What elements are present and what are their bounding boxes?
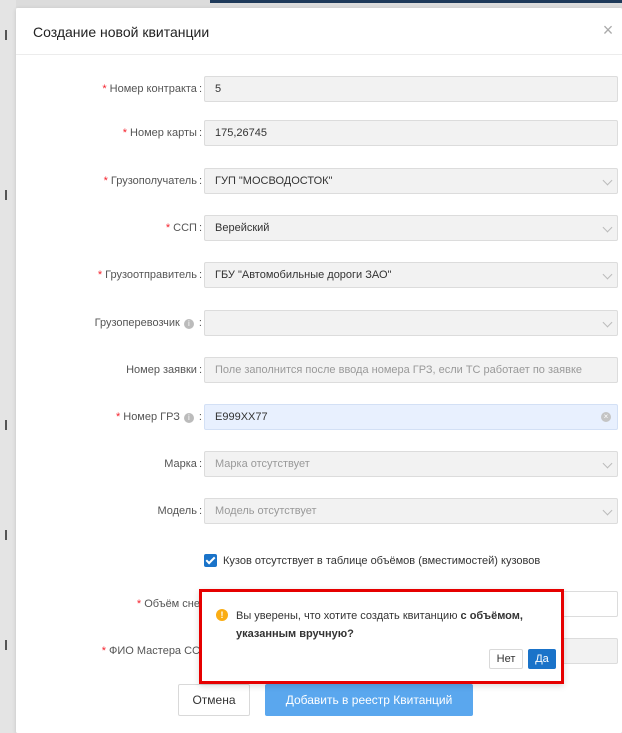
strip-tick: [5, 420, 7, 430]
chevron-down-icon: [602, 269, 613, 280]
chevron-down-icon: [602, 458, 613, 469]
modal-header: Создание новой квитанции ×: [16, 8, 622, 55]
checkbox-label: Кузов отсутствует в таблице объёмов (вме…: [223, 555, 541, 567]
strip-tick: [5, 530, 7, 540]
required-mark: *: [103, 175, 108, 187]
model-placeholder: Модель отсутствует: [215, 505, 317, 517]
form-row-contract: * Номер контракта: 5: [16, 76, 622, 102]
plate-number-input[interactable]: Е999ХХ77 ×: [204, 404, 618, 430]
plate-label: * Номер ГРЗ i :: [115, 411, 202, 423]
ssp-value: Верейский: [215, 222, 270, 234]
chevron-down-icon: [602, 317, 613, 328]
consignee-value: ГУП "МОСВОДОСТОК": [215, 175, 333, 187]
required-mark: *: [97, 269, 103, 281]
model-label: Модель:: [157, 505, 202, 517]
cancel-button[interactable]: Отмена: [178, 684, 250, 716]
form-row-request: Номер заявки: Поле заполнится после ввод…: [16, 357, 622, 383]
brand-placeholder: Марка отсутствует: [215, 458, 310, 470]
card-number-field[interactable]: 175,26745: [204, 120, 618, 146]
confirm-message: Вы уверены, что хотите создать квитанцию…: [236, 610, 523, 640]
required-mark: *: [101, 645, 106, 657]
chevron-down-icon: [602, 505, 613, 516]
close-icon[interactable]: ×: [598, 20, 618, 40]
info-icon[interactable]: i: [183, 413, 194, 423]
required-mark: *: [122, 127, 128, 139]
required-mark: *: [102, 83, 107, 95]
request-label: Номер заявки:: [126, 364, 202, 376]
modal-title: Создание новой квитанции: [33, 24, 210, 40]
master-label: * ФИО Мастера СС: [101, 645, 200, 657]
form-row-model: Модель: Модель отсутствует: [16, 498, 622, 524]
required-mark: *: [136, 598, 142, 610]
checkbox-checked-icon[interactable]: [204, 554, 217, 567]
background-top-strip: [0, 0, 622, 8]
shipper-select[interactable]: ГБУ "Автомобильные дороги ЗАО": [204, 262, 618, 288]
contract-label: * Номер контракта:: [102, 83, 202, 95]
create-receipt-modal: Создание новой квитанции × * Номер контра…: [16, 8, 622, 733]
carrier-label: Грузоперевозчик i :: [94, 317, 202, 329]
model-select[interactable]: Модель отсутствует: [204, 498, 618, 524]
form-row-ssp: * ССП: Верейский: [16, 215, 622, 241]
plate-value: Е999ХХ77: [215, 411, 268, 423]
volume-label: * Объём сне: [136, 598, 200, 610]
ssp-select[interactable]: Верейский: [204, 215, 618, 241]
consignee-select[interactable]: ГУП "МОСВОДОСТОК": [204, 168, 618, 194]
info-icon[interactable]: i: [183, 319, 194, 329]
form-row-card: * Номер карты: 175,26745: [16, 120, 622, 146]
carrier-select[interactable]: [204, 310, 618, 336]
form-row-carrier: Грузоперевозчик i :: [16, 310, 622, 336]
required-mark: *: [115, 411, 121, 423]
background-header-bar: [210, 0, 622, 3]
confirm-yes-button[interactable]: Да: [528, 649, 556, 669]
confirm-popover: ! Вы уверены, что хотите создать квитанц…: [199, 589, 564, 684]
strip-tick: [5, 640, 7, 650]
warning-icon: !: [216, 609, 228, 621]
card-label: * Номер карты:: [122, 127, 202, 139]
chevron-down-icon: [602, 175, 613, 186]
consignee-label: * Грузополучатель:: [103, 175, 202, 187]
form-row-brand: Марка: Марка отсутствует: [16, 451, 622, 477]
strip-tick: [5, 30, 7, 40]
form-row-consignee: * Грузополучатель: ГУП "МОСВОДОСТОК": [16, 168, 622, 194]
required-mark: *: [165, 222, 171, 234]
request-number-field[interactable]: Поле заполнится после ввода номера ГРЗ, …: [204, 357, 618, 383]
shipper-value: ГБУ "Автомобильные дороги ЗАО": [215, 269, 392, 281]
chevron-down-icon: [602, 222, 613, 233]
clear-icon[interactable]: ×: [601, 412, 611, 422]
background-left-strip: [0, 0, 16, 733]
strip-tick: [5, 190, 7, 200]
brand-label: Марка:: [164, 458, 202, 470]
contract-number-field[interactable]: 5: [204, 76, 618, 102]
shipper-label: * Грузоотправитель:: [97, 269, 202, 281]
form-row-plate: * Номер ГРЗ i : Е999ХХ77 ×: [16, 404, 622, 430]
brand-select[interactable]: Марка отсутствует: [204, 451, 618, 477]
confirm-no-button[interactable]: Нет: [489, 649, 523, 669]
ssp-label: * ССП:: [165, 222, 202, 234]
add-to-registry-button[interactable]: Добавить в реестр Квитанций: [265, 684, 473, 716]
form-row-shipper: * Грузоотправитель: ГБУ "Автомобильные до…: [16, 262, 622, 288]
